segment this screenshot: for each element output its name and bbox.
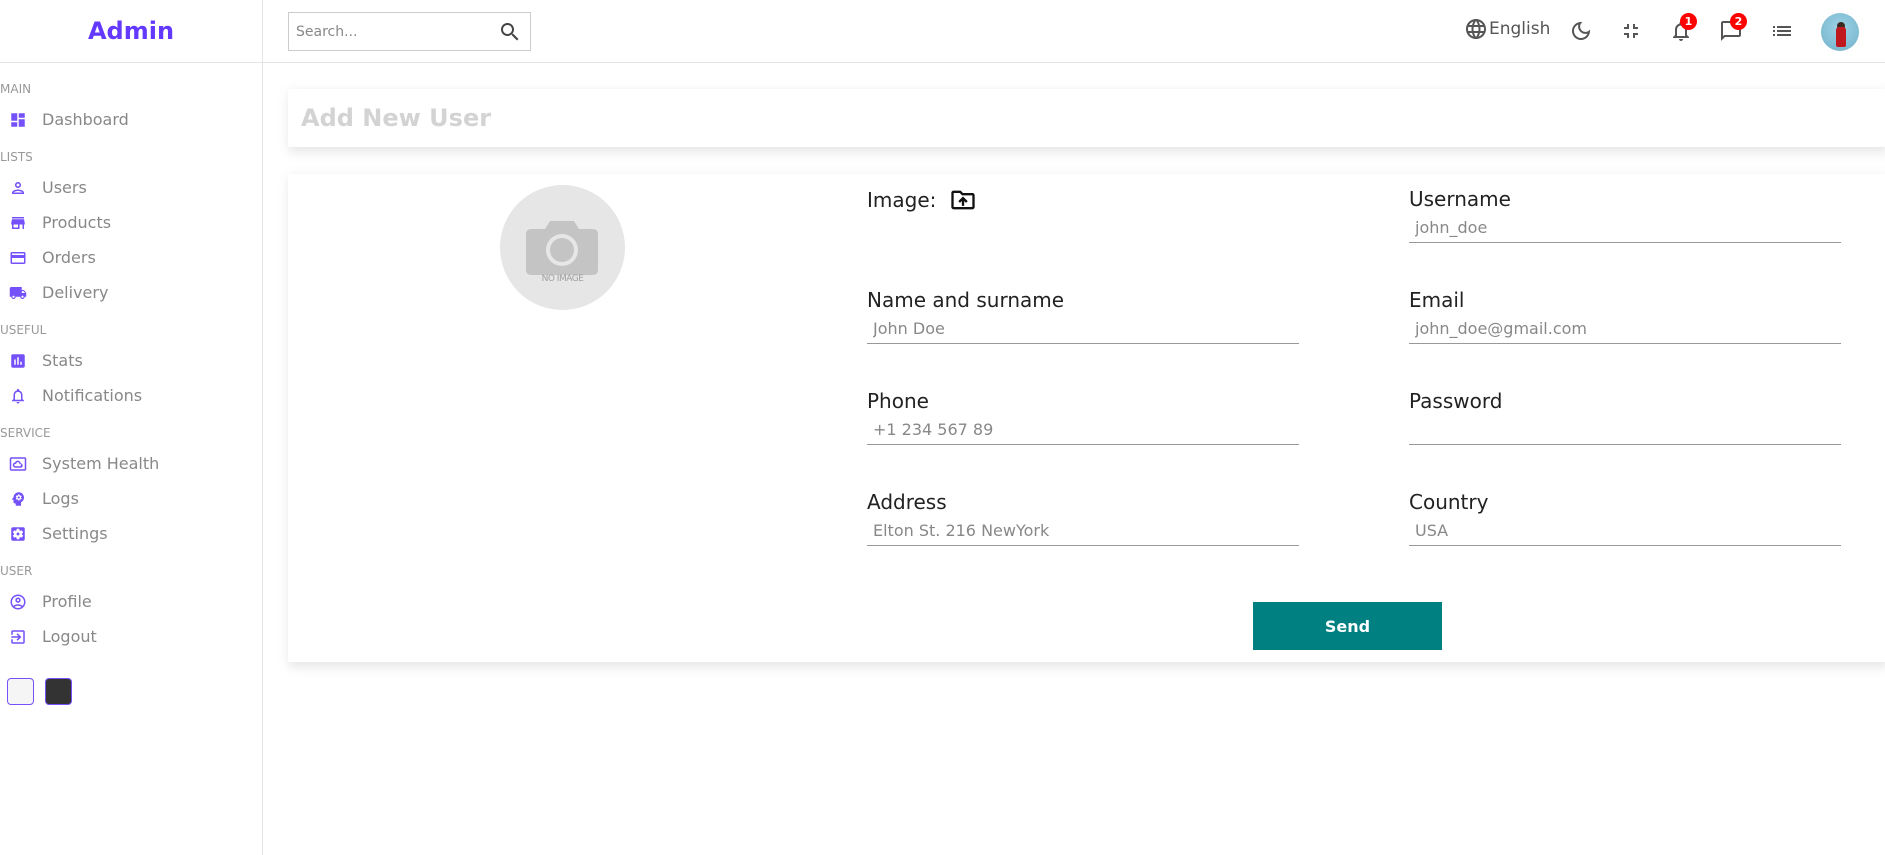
sidebar-item-logout[interactable]: Logout	[0, 619, 262, 654]
page-title: Add New User	[301, 104, 492, 132]
address-input[interactable]	[867, 515, 1299, 546]
avatar[interactable]	[1821, 13, 1859, 51]
sidebar-item-settings[interactable]: Settings	[0, 516, 262, 551]
image-upload: Image:	[867, 186, 977, 214]
language-label: English	[1489, 19, 1551, 39]
address-field: Address	[867, 489, 1299, 546]
username-field: Username	[1409, 186, 1841, 243]
sidebar-item-profile[interactable]: Profile	[0, 584, 262, 619]
name-field: Name and surname	[867, 287, 1299, 344]
phone-input[interactable]	[867, 414, 1299, 445]
section-title-main: MAIN	[0, 82, 32, 96]
section-title-service: SERVICE	[0, 426, 51, 440]
password-field: Password	[1409, 388, 1841, 445]
logo-area: Admin	[0, 0, 262, 63]
phone-label: Phone	[867, 389, 929, 413]
phone-field: Phone	[867, 388, 1299, 445]
sidebar-nav: MAIN Dashboard LISTS Users Products Orde…	[0, 82, 262, 705]
notifications-button[interactable]: 1	[1669, 13, 1697, 43]
sidebar-item-logs[interactable]: Logs	[0, 481, 262, 516]
password-label: Password	[1409, 389, 1503, 413]
name-label: Name and surname	[867, 288, 1065, 312]
address-label: Address	[867, 490, 947, 514]
send-button[interactable]: Send	[1253, 602, 1442, 650]
messages-button[interactable]: 2	[1719, 13, 1747, 43]
username-label: Username	[1409, 187, 1511, 211]
sidebar-item-label: System Health	[42, 454, 160, 473]
dashboard-icon	[9, 111, 27, 129]
bell-icon	[9, 387, 27, 405]
avatar-figure	[1836, 27, 1846, 47]
sidebar-item-products[interactable]: Products	[0, 205, 262, 240]
password-input[interactable]	[1409, 414, 1841, 445]
section-title-useful: USEFUL	[0, 323, 47, 337]
topbar: English 1 2	[263, 0, 1885, 63]
person-icon	[9, 179, 27, 197]
search-input[interactable]	[296, 23, 496, 40]
section-title-lists: LISTS	[0, 150, 33, 164]
name-input[interactable]	[867, 313, 1299, 344]
drive-folder-upload-icon[interactable]	[949, 186, 977, 214]
theme-switcher	[0, 678, 262, 705]
dark-mode-icon[interactable]	[1569, 19, 1593, 43]
store-icon	[9, 214, 27, 232]
page-header: Add New User	[288, 89, 1885, 147]
credit-card-icon	[9, 249, 27, 267]
psychology-icon	[9, 490, 27, 508]
sidebar-item-label: Notifications	[42, 386, 143, 405]
section-title-user: USER	[0, 564, 33, 578]
globe-icon	[1466, 19, 1486, 39]
fullscreen-exit-icon[interactable]	[1619, 19, 1643, 43]
username-input[interactable]	[1409, 212, 1841, 243]
light-theme-swatch[interactable]	[7, 678, 34, 705]
no-image-text: NO IMAGE	[541, 274, 584, 284]
sidebar-item-label: Stats	[42, 351, 83, 370]
truck-icon	[9, 284, 27, 302]
notifications-badge: 1	[1680, 13, 1697, 30]
country-field: Country	[1409, 489, 1841, 546]
sidebar-item-label: Logout	[42, 627, 97, 646]
sidebar-item-label: Users	[42, 178, 87, 197]
email-input[interactable]	[1409, 313, 1841, 344]
email-label: Email	[1409, 288, 1465, 312]
sidebar-item-label: Profile	[42, 592, 92, 611]
list-icon[interactable]	[1770, 19, 1794, 43]
new-user-form-card: NO IMAGE Image: Username Name and surnam…	[288, 174, 1885, 662]
chart-icon	[9, 352, 27, 370]
country-label: Country	[1409, 490, 1489, 514]
language-selector[interactable]: English	[1464, 17, 1550, 41]
sidebar-item-notifications[interactable]: Notifications	[0, 378, 262, 413]
sidebar: Admin MAIN Dashboard LISTS Users Product…	[0, 0, 263, 855]
sidebar-item-dashboard[interactable]: Dashboard	[0, 102, 262, 137]
dark-theme-swatch[interactable]	[45, 678, 72, 705]
sidebar-item-users[interactable]: Users	[0, 170, 262, 205]
sidebar-item-label: Products	[42, 213, 112, 232]
camera-icon	[526, 221, 598, 275]
app-logo[interactable]: Admin	[88, 17, 174, 45]
sidebar-item-label: Orders	[42, 248, 96, 267]
country-input[interactable]	[1409, 515, 1841, 546]
sidebar-item-orders[interactable]: Orders	[0, 240, 262, 275]
cloud-icon	[9, 455, 27, 473]
sidebar-item-delivery[interactable]: Delivery	[0, 275, 262, 310]
email-field: Email	[1409, 287, 1841, 344]
image-preview: NO IMAGE	[500, 185, 625, 310]
settings-icon	[9, 525, 27, 543]
sidebar-item-label: Delivery	[42, 283, 109, 302]
image-label: Image:	[867, 188, 937, 212]
search-box	[288, 12, 531, 51]
sidebar-item-label: Logs	[42, 489, 79, 508]
search-icon[interactable]	[498, 20, 522, 44]
logout-icon	[9, 628, 27, 646]
sidebar-item-label: Settings	[42, 524, 108, 543]
sidebar-item-system-health[interactable]: System Health	[0, 446, 262, 481]
account-circle-icon	[9, 593, 27, 611]
sidebar-item-label: Dashboard	[42, 110, 129, 129]
sidebar-item-stats[interactable]: Stats	[0, 343, 262, 378]
messages-badge: 2	[1730, 13, 1747, 30]
